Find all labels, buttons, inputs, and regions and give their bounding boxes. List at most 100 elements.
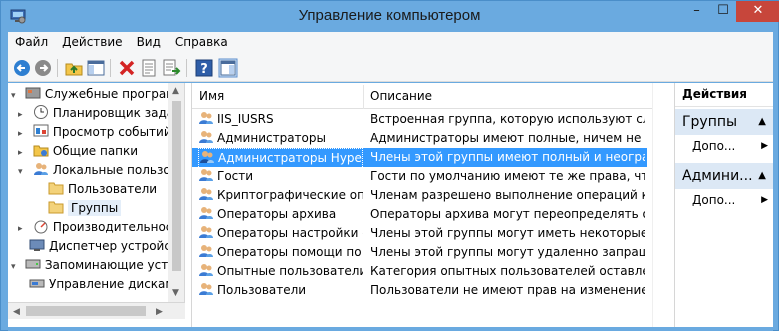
collapse-arrow-icon[interactable]: ▾ bbox=[18, 163, 26, 177]
menu-action[interactable]: Действие bbox=[55, 32, 129, 54]
section-label: Админи... bbox=[682, 168, 753, 184]
groups-list: Имя Описание IIS_IUSRS Встроенная группа… bbox=[191, 83, 653, 327]
actions-more-actions[interactable]: Допо... ▶ bbox=[675, 136, 773, 156]
actions-header: Действия bbox=[675, 87, 773, 107]
actions-section-groups[interactable]: Группы ▲ bbox=[675, 109, 773, 135]
section-label: Группы bbox=[682, 114, 738, 130]
column-divider[interactable] bbox=[363, 85, 364, 109]
help-icon[interactable]: ? bbox=[194, 58, 214, 78]
collapse-arrow-icon[interactable]: ▾ bbox=[11, 258, 19, 272]
tree-item-performance[interactable]: ▸ Производительность bbox=[18, 218, 184, 236]
list-row[interactable]: Операторы настройки с... Члены этой груп… bbox=[192, 224, 647, 243]
menu-view[interactable]: Вид bbox=[130, 32, 168, 54]
tree-item-event-viewer[interactable]: ▸ Просмотр событий bbox=[18, 123, 172, 141]
actions-more-actions[interactable]: Допо... ▶ bbox=[675, 190, 773, 210]
tree-item-label: Просмотр событий bbox=[52, 125, 172, 139]
collapse-arrow-icon[interactable]: ▲ bbox=[758, 109, 766, 135]
export-list-icon[interactable] bbox=[161, 58, 181, 78]
list-row[interactable]: Криптографические опе... Членам разрешен… bbox=[192, 186, 647, 205]
tree-item-shared-folders[interactable]: ▸ Общие папки bbox=[18, 142, 138, 160]
tree-item-local-users[interactable]: ▾ Локальные пользовате bbox=[18, 161, 184, 179]
list-row[interactable]: Администраторы Администраторы имеют полн… bbox=[192, 129, 647, 148]
scroll-thumb[interactable] bbox=[26, 306, 146, 316]
show-hide-action-pane-icon[interactable] bbox=[218, 58, 238, 78]
tree-horizontal-scrollbar[interactable]: ◀ ▶ bbox=[8, 302, 185, 319]
show-hide-tree-icon[interactable] bbox=[86, 58, 106, 78]
tree-item-task-scheduler[interactable]: ▸ Планировщик задани bbox=[18, 104, 185, 122]
properties-icon[interactable] bbox=[139, 58, 159, 78]
users-icon bbox=[33, 163, 48, 175]
minimize-button[interactable]: – bbox=[683, 1, 710, 22]
tree-item-device-manager[interactable]: Диспетчер устройств bbox=[29, 237, 185, 255]
title-bar[interactable]: Управление компьютером – ☐ ✕ bbox=[1, 1, 779, 31]
toolbar-separator bbox=[186, 59, 187, 77]
group-icon bbox=[199, 188, 213, 200]
menu-file[interactable]: Файл bbox=[8, 32, 55, 54]
group-icon bbox=[199, 207, 213, 219]
list-row[interactable]: Гости Гости по умолчанию имеют те же пра… bbox=[192, 167, 647, 186]
toolbar-separator bbox=[110, 59, 111, 77]
scroll-thumb[interactable] bbox=[172, 101, 181, 271]
tree-item-label: Запоминающие устройст bbox=[44, 258, 184, 272]
list-row[interactable]: Операторы помощи по ... Члены этой групп… bbox=[192, 243, 647, 262]
list-row[interactable]: IIS_IUSRS Встроенная группа, которую исп… bbox=[192, 110, 647, 129]
submenu-arrow-icon: ▶ bbox=[761, 195, 768, 205]
app-window: Управление компьютером – ☐ ✕ Файл Действи… bbox=[0, 0, 779, 331]
row-description: Члены этой группы могут иметь некоторые … bbox=[370, 226, 645, 240]
window-title: Управление компьютером bbox=[298, 7, 481, 24]
svg-text:?: ? bbox=[200, 62, 208, 77]
row-description: Членам разрешено выполнение операций кри… bbox=[370, 188, 645, 202]
column-header-description[interactable]: Описание bbox=[370, 89, 432, 103]
list-row-selected[interactable]: Администраторы Hyper-V Члены этой группы… bbox=[192, 148, 647, 169]
tree-item-label: Диспетчер устройств bbox=[49, 239, 185, 253]
tree-item-storage[interactable]: ▾ Запоминающие устройст bbox=[11, 256, 184, 274]
expand-arrow-icon[interactable]: ▸ bbox=[18, 220, 26, 234]
scroll-left-arrow-icon[interactable]: ◀ bbox=[13, 307, 20, 317]
shared-folder-icon bbox=[33, 145, 49, 157]
delete-icon[interactable] bbox=[117, 58, 137, 78]
row-name: Гости bbox=[217, 169, 254, 183]
row-name: Опытные пользователи bbox=[217, 264, 363, 278]
menu-help[interactable]: Справка bbox=[168, 32, 235, 54]
close-button[interactable]: ✕ bbox=[736, 1, 779, 22]
window-bottom-border bbox=[8, 327, 773, 331]
scroll-down-arrow-icon[interactable]: ▼ bbox=[172, 288, 179, 298]
tree-item-label: Планировщик задани bbox=[52, 106, 185, 120]
group-icon bbox=[199, 283, 213, 295]
group-icon bbox=[199, 131, 213, 143]
tree-item-system-tools[interactable]: ▾ Служебные программы bbox=[11, 85, 184, 103]
list-row[interactable]: Пользователи Пользователи не имеют прав … bbox=[192, 281, 647, 300]
event-viewer-icon bbox=[33, 124, 49, 137]
scroll-right-arrow-icon[interactable]: ▶ bbox=[156, 307, 163, 317]
list-row[interactable]: Опытные пользователи Категория опытных п… bbox=[192, 262, 647, 281]
submenu-arrow-icon: ▶ bbox=[761, 141, 768, 151]
list-row[interactable]: Операторы архива Операторы архива могут … bbox=[192, 205, 647, 224]
expand-arrow-icon[interactable]: ▸ bbox=[18, 106, 26, 120]
row-name: Операторы архива bbox=[217, 207, 337, 221]
collapse-arrow-icon[interactable]: ▲ bbox=[758, 163, 766, 189]
expand-arrow-icon[interactable]: ▸ bbox=[18, 125, 26, 139]
collapse-arrow-icon[interactable]: ▾ bbox=[11, 87, 19, 101]
actions-pane: Действия Группы ▲ Допо... ▶ Админи... ▲ … bbox=[674, 83, 773, 327]
tree-item-disk-management[interactable]: Управление дисками bbox=[29, 275, 182, 293]
forward-icon[interactable] bbox=[33, 58, 53, 78]
actions-section-admins[interactable]: Админи... ▲ bbox=[675, 163, 773, 189]
tree-item-users[interactable]: Пользователи bbox=[48, 180, 157, 198]
back-icon[interactable] bbox=[12, 58, 32, 78]
scroll-up-arrow-icon[interactable]: ▲ bbox=[172, 86, 179, 96]
row-name: IIS_IUSRS bbox=[217, 112, 274, 126]
row-description: Пользователи не имеют прав на изменение … bbox=[370, 283, 645, 297]
tree-vertical-scrollbar[interactable]: ▲ ▼ bbox=[168, 83, 184, 302]
up-folder-icon[interactable] bbox=[64, 58, 84, 78]
toolbar: ? bbox=[8, 54, 773, 82]
list-header: Имя Описание bbox=[192, 85, 653, 109]
column-header-name[interactable]: Имя bbox=[199, 89, 224, 103]
group-icon bbox=[199, 245, 213, 257]
list-vertical-scrollbar[interactable]: ▲ ▼ bbox=[652, 83, 653, 327]
row-description: Администраторы имеют полные, ничем не ог… bbox=[370, 131, 645, 145]
expand-arrow-icon[interactable]: ▸ bbox=[18, 144, 26, 158]
maximize-button[interactable]: ☐ bbox=[710, 1, 736, 22]
tree-item-label: Общие папки bbox=[52, 144, 139, 158]
tools-icon bbox=[25, 87, 41, 99]
tree-item-groups[interactable]: Группы bbox=[48, 199, 122, 217]
